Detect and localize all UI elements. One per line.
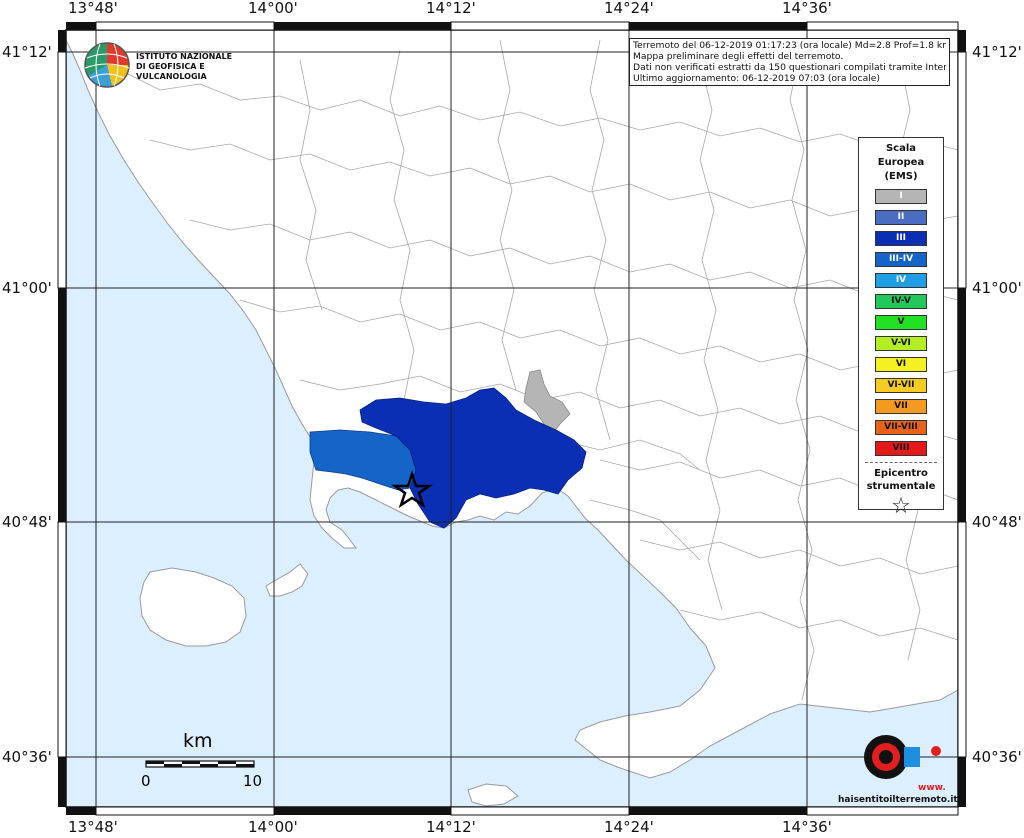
scale-label-ten: 10 [243,772,263,790]
legend-swatch-v-vi: V-VI [875,336,927,351]
lat-label-left-3: 40°48' [2,513,52,531]
legend-title-2: Europea [877,157,925,168]
legend-separator [865,462,937,463]
haisentito-www: www. [918,783,946,793]
ingv-globe-icon [84,42,130,88]
lat-label-right-2: 41°00' [972,279,1022,297]
legend-swatch-vi: VI [875,357,927,372]
scale-unit-label: km [183,730,213,752]
legend-swatch-iv: IV [875,273,927,288]
lat-label-right-3: 40°48' [972,513,1022,531]
logo-line-2: DI GEOFISICA E VULCANOLOGIA [136,62,207,81]
legend-epicenter-label-1: Epicentro [874,468,928,479]
haisentito-logo: haisentitoilterremoto.it www. [838,713,958,813]
lon-label-bottom-2: 14°00' [248,818,298,836]
lat-label-left-1: 41°12' [2,43,52,61]
legend-swatch-iii: III [875,231,927,246]
event-info-box: Terremoto del 06-12-2019 01:17:23 (ora l… [629,38,950,86]
haisentito-text: haisentitoilterremoto.it [838,795,958,805]
info-line-4: Ultimo aggiornamento: 06-12-2019 07:03 (… [633,73,881,84]
ingv-logo: ISTITUTO NAZIONALE DI GEOFISICA E VULCAN… [82,40,262,92]
lon-label-top-1: 13°48' [68,0,118,17]
lat-label-left-4: 40°36' [2,748,52,766]
lon-label-top-3: 14°12' [426,0,476,17]
legend-swatch-vii-viii: VII-VIII [875,420,927,435]
lon-label-top-2: 14°00' [248,0,298,17]
legend-swatch-i: I [875,189,927,204]
legend-swatch-ii: II [875,210,927,225]
lat-label-right-1: 41°12' [972,43,1022,61]
legend-title-3: (EMS) [884,171,918,182]
legend-star-icon: ☆ [891,494,911,519]
lon-label-bottom-1: 13°48' [68,818,118,836]
legend-swatch-iii-iv: III-IV [875,252,927,267]
legend-swatch-vii: VII [875,399,927,414]
legend-title-1: Scala [885,143,917,154]
lon-label-bottom-4: 14°24' [604,818,654,836]
lat-label-left-2: 41°00' [2,279,52,297]
legend-swatch-v: V [875,315,927,330]
legend-swatch-list: I II III III-IV IV IV-V V V-VI VI VI-VII VII VII-VI… [859,189,943,456]
lat-label-right-4: 40°36' [972,748,1022,766]
info-line-3: Dati non verificati estratti da 150 ques… [633,62,946,73]
legend-swatch-iv-v: IV-V [875,294,927,309]
intensity-legend: Scala Europea (EMS) I II III III-IV IV IV-V V V… [858,137,944,519]
lon-label-bottom-5: 14°36' [782,818,832,836]
legend-swatch-viii: VIII [875,441,927,456]
legend-epicenter-label-2: strumentale [866,481,936,492]
lon-label-bottom-3: 14°12' [426,818,476,836]
legend-swatch-vi-vii: VI-VII [875,378,927,393]
scale-bar-graphic [145,760,255,768]
info-line-2: Mappa preliminare degli effetti del terr… [633,51,844,62]
scale-bar: km 0 10 [135,730,275,790]
lon-label-top-4: 14°24' [604,0,654,17]
info-line-1: Terremoto del 06-12-2019 01:17:23 (ora l… [633,40,946,51]
logo-line-1: ISTITUTO NAZIONALE [136,52,233,61]
scale-label-zero: 0 [141,772,151,790]
lon-label-top-5: 14°36' [782,0,832,17]
